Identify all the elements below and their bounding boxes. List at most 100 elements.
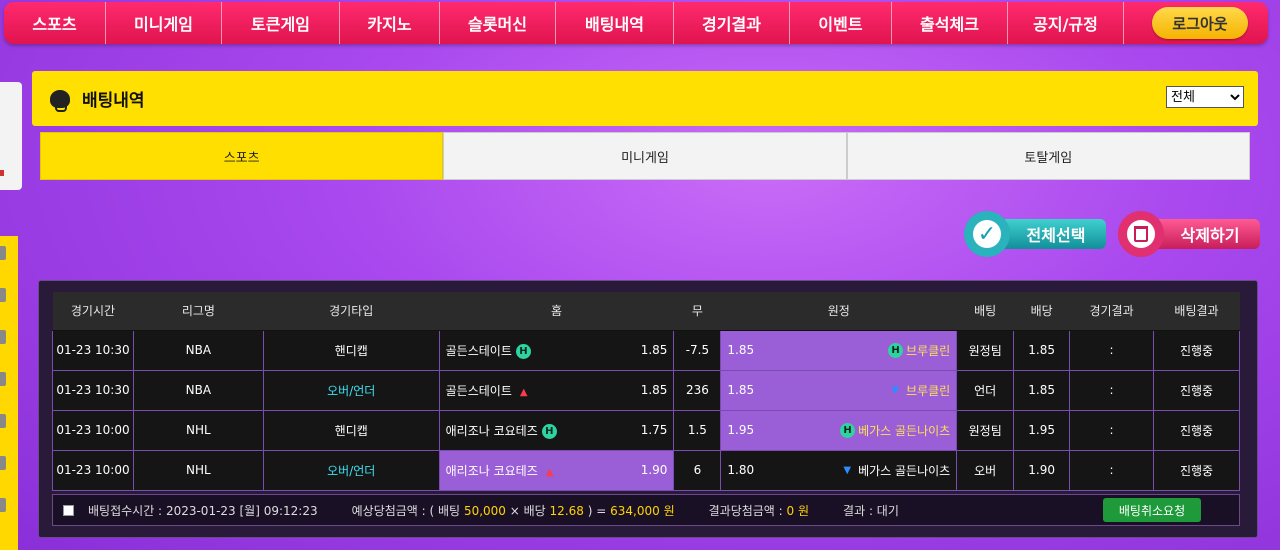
away-odds: 1.95 [727, 423, 755, 437]
match-time: 01-23 10:00 [52, 409, 134, 451]
handicap-badge-icon: H [888, 342, 904, 358]
left-sidebar-panel[interactable] [0, 82, 22, 190]
home-team: 애리조나 코요테즈 [445, 463, 538, 478]
col-header: 배당 [1013, 292, 1070, 331]
arrow-down-icon: ▼ [891, 384, 900, 396]
page-title: 배팅내역 [82, 91, 145, 111]
nav-bet-history[interactable]: 배팅내역 [556, 2, 674, 44]
sidebar-tab[interactable] [0, 246, 6, 260]
table-row: 01-23 10:00 NHL 핸디캡 애리조나 코요테즈 H 1.75 1.5 1… [52, 409, 1240, 451]
sidebar-tab[interactable] [0, 372, 6, 386]
col-header: 배팅결과 [1153, 292, 1240, 331]
away-cell[interactable]: 1.95 H 베가스 골든나이츠 [720, 409, 958, 451]
nav-slot[interactable]: 슬롯머신 [440, 2, 556, 44]
league: NHL [132, 449, 264, 491]
away-team: 브루클린 [906, 343, 951, 358]
bet-checkbox[interactable] [63, 504, 74, 516]
away-team: 베가스 골든나이츠 [858, 423, 951, 438]
draw-cell[interactable]: 6 [673, 449, 722, 491]
home-odds: 1.85 [640, 343, 668, 357]
sidebar-tab[interactable] [0, 498, 6, 512]
bet-table: 경기시간 리그명 경기타입 홈 무 원정 배팅 배당 경기결과 배팅결과 01-… [52, 292, 1240, 491]
table-row: 01-23 10:00 NHL 오버/언더 애리조나 코요테즈 ▲ 1.90 6 1… [52, 449, 1240, 491]
select-all-button[interactable]: ✓ 전체선택 [964, 211, 1106, 257]
col-header: 원정 [720, 292, 957, 331]
result-status: 결과 : 대기 [843, 503, 899, 518]
away-cell[interactable]: 1.85 ▼ 브루클린 [720, 369, 958, 411]
win-amount: 결과당첨금액 : 0 원 [708, 503, 810, 518]
sidebar-tab[interactable] [0, 414, 6, 428]
category-tabs: 스포츠 미니게임 토탈게임 [40, 132, 1250, 180]
sidebar-tab[interactable] [0, 456, 6, 470]
nav-notice[interactable]: 공지/규정 [1008, 2, 1124, 44]
trash-icon [1118, 211, 1164, 257]
home-cell[interactable]: 골든스테이트 H 1.85 [438, 329, 675, 371]
away-cell[interactable]: 1.85 H 브루클린 [720, 329, 958, 371]
away-team: 베가스 골든나이츠 [858, 463, 951, 478]
left-sidebar-menu[interactable] [0, 236, 18, 550]
game-type: 핸디캡 [262, 329, 440, 371]
nav-casino[interactable]: 카지노 [340, 2, 440, 44]
home-cell[interactable]: 골든스테이트 ▲ 1.85 [438, 369, 675, 411]
bet-status: 진행중 [1153, 369, 1240, 411]
match-time: 01-23 10:00 [52, 449, 134, 491]
league: NBA [132, 329, 264, 371]
game-type: 오버/언더 [262, 449, 440, 491]
bet-status: 진행중 [1153, 409, 1240, 451]
home-cell[interactable]: 애리조나 코요테즈 ▲ 1.90 [438, 449, 675, 491]
bet-slip: 경기시간 리그명 경기타입 홈 무 원정 배팅 배당 경기결과 배팅결과 01-… [38, 280, 1258, 538]
game-result: : [1069, 369, 1154, 411]
col-header: 홈 [439, 292, 674, 331]
check-icon: ✓ [964, 211, 1010, 257]
away-odds: 1.85 [727, 343, 755, 357]
bet-odds: 1.85 [1013, 369, 1071, 411]
top-nav: 스포츠 미니게임 토큰게임 카지노 슬롯머신 배팅내역 경기결과 이벤트 출석체… [4, 2, 1268, 44]
col-header: 리그명 [133, 292, 264, 331]
filter-select[interactable]: 전체 [1166, 86, 1244, 108]
draw-cell[interactable]: 1.5 [673, 409, 722, 451]
col-header: 무 [673, 292, 721, 331]
bet-status: 진행중 [1153, 329, 1240, 371]
nav-sports[interactable]: 스포츠 [4, 2, 106, 44]
nav-event[interactable]: 이벤트 [790, 2, 892, 44]
game-result: : [1069, 409, 1154, 451]
handicap-badge-icon: H [515, 343, 531, 359]
home-cell[interactable]: 애리조나 코요테즈 H 1.75 [438, 409, 675, 451]
sidebar-tab[interactable] [0, 330, 6, 344]
nav-results[interactable]: 경기결과 [674, 2, 790, 44]
handicap-badge-icon: H [541, 423, 557, 439]
nav-token-game[interactable]: 토큰게임 [222, 2, 340, 44]
bet-odds: 1.90 [1013, 449, 1071, 491]
away-odds: 1.80 [727, 463, 755, 477]
col-header: 배팅 [956, 292, 1014, 331]
panel-header: 배팅내역 전체 [32, 71, 1258, 126]
col-header: 경기결과 [1069, 292, 1154, 331]
league: NHL [132, 409, 264, 451]
bet-odds: 1.95 [1013, 409, 1071, 451]
home-odds: 1.85 [640, 383, 668, 397]
game-type: 오버/언더 [262, 369, 440, 411]
match-time: 01-23 10:30 [52, 329, 134, 371]
tab-sports[interactable]: 스포츠 [40, 132, 444, 180]
bet-pick: 언더 [956, 369, 1015, 411]
col-header: 경기타입 [263, 292, 440, 331]
away-cell[interactable]: 1.80 ▼ 베가스 골든나이츠 [720, 449, 958, 491]
table-header-row: 경기시간 리그명 경기타입 홈 무 원정 배팅 배당 경기결과 배팅결과 [52, 292, 1240, 331]
delete-button[interactable]: 삭제하기 [1118, 211, 1260, 257]
cancel-bet-button[interactable]: 배팅취소요청 [1103, 498, 1201, 522]
logout-button[interactable]: 로그아웃 [1152, 7, 1248, 39]
draw-cell[interactable]: 236 [673, 369, 722, 411]
away-team: 브루클린 [906, 383, 951, 398]
tab-minigame[interactable]: 미니게임 [443, 132, 847, 180]
game-result: : [1069, 449, 1154, 491]
sidebar-tab[interactable] [0, 288, 6, 302]
handicap-badge-icon: H [840, 422, 856, 438]
tab-total-game[interactable]: 토탈게임 [846, 132, 1250, 180]
nav-attendance[interactable]: 출석체크 [892, 2, 1008, 44]
bet-pick: 원정팀 [956, 329, 1015, 371]
table-row: 01-23 10:30 NBA 핸디캡 골든스테이트 H 1.85 -7.5 1.8… [52, 329, 1240, 371]
bet-summary: 배팅접수시간 : 2023-01-23 [월] 09:12:23 예상당첨금액 … [52, 494, 1240, 526]
draw-cell[interactable]: -7.5 [673, 329, 722, 371]
nav-minigame[interactable]: 미니게임 [106, 2, 222, 44]
arrow-down-icon: ▼ [843, 464, 852, 476]
